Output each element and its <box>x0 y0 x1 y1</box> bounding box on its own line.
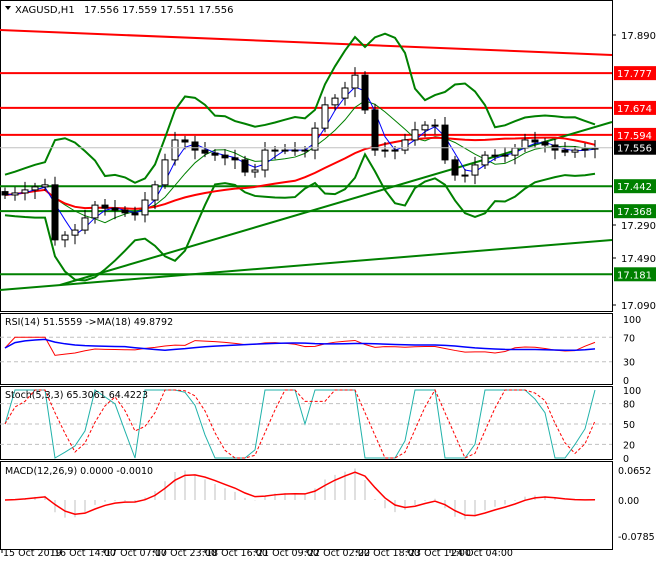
candle-body <box>451 159 459 176</box>
current-price-tag: 17.556 <box>617 144 652 155</box>
resistance-price-tag: 17.777 <box>617 69 652 80</box>
candle-body <box>131 212 139 216</box>
stoch-tick-label: 20 <box>623 440 635 451</box>
candle-body <box>511 147 519 156</box>
stoch-tick-label: 0 <box>623 454 629 465</box>
candle-body <box>51 184 59 241</box>
stoch-tick-label: 100 <box>623 386 641 397</box>
candle-body <box>171 139 179 161</box>
candle-body <box>581 148 589 151</box>
candle-body <box>541 141 549 146</box>
candle-body <box>121 209 129 214</box>
candle-body <box>71 229 79 236</box>
candle-body <box>321 104 329 129</box>
ohlc-label: 17.556 17.559 17.551 17.556 <box>84 5 234 16</box>
stoch-tick-label: 50 <box>623 420 635 431</box>
stoch-title: Stoch(5,3,3) 65.3061 64.4223 <box>5 390 148 401</box>
candle-body <box>501 154 509 157</box>
y-tick-label: 17.090 <box>621 301 656 312</box>
y-tick-label: 17.290 <box>621 221 656 232</box>
candle-body <box>341 87 349 99</box>
candle-body <box>361 74 369 111</box>
candle-body <box>11 192 19 196</box>
candle-body <box>1 191 9 196</box>
candle-body <box>331 97 339 106</box>
candle-body <box>241 159 249 173</box>
candle-body <box>461 174 469 177</box>
candle-body <box>301 149 309 152</box>
candle-body <box>231 157 239 161</box>
resistance-price-tag: 17.674 <box>617 104 652 115</box>
candle-body <box>141 199 149 216</box>
candle-body <box>251 169 259 173</box>
x-tick-label: 24 Oct 04:00 <box>451 548 513 559</box>
trading-chart[interactable]: 17.777 17.674 17.594 17.442 17.368 17.181 17.5… <box>0 0 660 560</box>
candle-body <box>291 149 299 152</box>
candle-body <box>421 124 429 131</box>
macd-tick-label: 0.0652 <box>618 466 651 477</box>
candle-body <box>191 141 199 151</box>
candle-body <box>441 124 449 161</box>
candle-body <box>561 149 569 153</box>
rsi-tick-label: 70 <box>623 333 635 344</box>
candle-body <box>151 184 159 201</box>
support-price-tag: 17.442 <box>617 182 652 193</box>
candle-body <box>491 154 499 157</box>
candle-body <box>161 159 169 186</box>
support-price-tag: 17.181 <box>617 270 652 281</box>
candle-body <box>261 149 269 171</box>
support-price-tag: 17.368 <box>617 207 652 218</box>
stoch-tick-label: 80 <box>623 400 635 411</box>
candle-body <box>531 139 539 143</box>
candle-body <box>381 149 389 152</box>
y-tick-label: 17.890 <box>621 31 656 42</box>
candle-body <box>311 127 319 151</box>
candle-body <box>521 139 529 149</box>
candle-body <box>211 152 219 156</box>
candle-body <box>181 139 189 143</box>
candle-body <box>471 164 479 176</box>
candle-body <box>221 154 229 159</box>
candle-body <box>111 207 119 211</box>
candle-body <box>281 149 289 152</box>
candle-body <box>91 204 99 219</box>
y-tick-label: 17.490 <box>621 254 656 265</box>
candle-body <box>41 184 49 188</box>
rsi-tick-label: 100 <box>623 315 641 326</box>
candle-body <box>201 149 209 154</box>
candle-body <box>21 189 29 194</box>
candle-body <box>481 154 489 166</box>
candle-body <box>391 149 399 152</box>
macd-title: MACD(12,26,9) 0.0000 -0.0010 <box>5 466 153 477</box>
candle-body <box>271 149 279 152</box>
candle-body <box>31 186 39 191</box>
resistance-price-tag: 17.594 <box>617 131 652 142</box>
rsi-tick-label: 30 <box>623 358 635 369</box>
candle-body <box>371 109 379 151</box>
candle-body <box>401 139 409 151</box>
candle-body <box>411 129 419 141</box>
candle-body <box>431 124 439 127</box>
symbol-label: XAGUSD,H1 <box>15 5 75 16</box>
candle-body <box>61 234 69 241</box>
candle-body <box>81 217 89 231</box>
candle-body <box>571 149 579 153</box>
macd-tick-label: -0.0785 <box>618 532 655 543</box>
rsi-title: RSI(14) 51.5559 ->MA(18) 49.8792 <box>5 317 173 328</box>
macd-tick-label: 0.00 <box>618 496 639 507</box>
candle-body <box>101 204 109 209</box>
candle-body <box>351 74 359 89</box>
